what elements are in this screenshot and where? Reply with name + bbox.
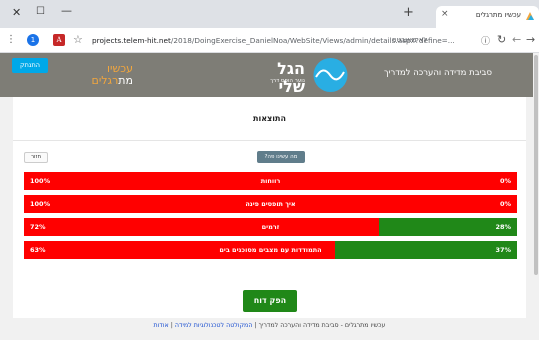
footer-link-about[interactable]: אודות: [154, 322, 169, 329]
topic-label: איך תופסים פינה: [245, 200, 296, 208]
result-row: 100% איך תופסים פינה 0%: [24, 195, 517, 213]
address-bar: ⋮ 1 A ☆ projects.telem-hit.net/2018/Doin…: [0, 28, 539, 53]
brand-logo-text: עכשיו מתרגלים: [73, 63, 133, 87]
more-vert-icon[interactable]: ⋮: [6, 34, 16, 45]
footer: עכשיו מתרגלים - סביבת מדידה והערכה למדרי…: [0, 318, 539, 340]
result-row: 63% התמודדות עם מצבים מסוכנים בים 37%: [24, 241, 517, 259]
success-percent: 0%: [499, 200, 511, 208]
back-arrow-icon[interactable]: ←: [512, 33, 521, 46]
success-percent: 37%: [495, 246, 511, 254]
star-icon[interactable]: ☆: [73, 33, 83, 46]
brand-line-2-white: מת: [118, 74, 133, 87]
browser-tab[interactable]: × עכשיו מתרגלים: [436, 6, 539, 28]
url-host: projects.telem-hit.net: [92, 36, 171, 45]
success-percent: 28%: [495, 223, 511, 231]
topic-label: התמודדות עם מצבים מסוכנים בים: [219, 246, 322, 254]
window-close-icon[interactable]: ✕: [12, 6, 21, 19]
page-scrollbar[interactable]: [533, 53, 539, 340]
window-maximize-icon[interactable]: ☐: [36, 6, 45, 17]
tab-title: עכשיו מתרגלים: [475, 11, 521, 19]
site-favicon-icon: [526, 12, 534, 20]
divider: [13, 140, 526, 141]
not-secure-label[interactable]: לא מאובטח: [392, 36, 427, 44]
brand-line-2-orange: רגלים: [91, 74, 119, 87]
topic-label: זרמים: [261, 223, 280, 231]
results-list: 100% רווחות 0% 100% איך תופסים פינה 0% 7…: [24, 172, 517, 264]
footer-text: עכשיו מתרגלים - סביבת מדידה והערכה למדרי…: [0, 322, 539, 329]
result-row: 100% רווחות 0%: [24, 172, 517, 190]
results-card: התוצאות חזור מה עשינו פה? 100% רווחות 0%…: [13, 97, 526, 318]
back-button[interactable]: חזור: [24, 152, 48, 163]
forward-arrow-icon[interactable]: →: [526, 33, 535, 46]
what-did-we-do-button[interactable]: מה עשינו פה?: [257, 151, 305, 163]
header-title: סביבת מדידה והערכה למדריך: [384, 68, 492, 78]
results-title: התוצאות: [253, 114, 286, 123]
topic-label: רווחות: [260, 177, 281, 185]
profile-avatar[interactable]: 1: [27, 34, 39, 46]
logout-button[interactable]: התנתק: [12, 58, 48, 73]
window-minimize-icon[interactable]: —: [61, 4, 72, 17]
site-header: התנתק עכשיו מתרגלים הגל שלי נוער הופס דר…: [0, 53, 539, 97]
footer-link-faculty[interactable]: המקולטה לטכנולוגיות למידה: [175, 322, 253, 329]
extension-icon[interactable]: A: [53, 34, 65, 46]
info-icon[interactable]: ⓘ: [481, 34, 490, 47]
result-row: 72% זרמים 28%: [24, 218, 517, 236]
success-percent: 0%: [499, 177, 511, 185]
new-tab-button[interactable]: +: [403, 5, 414, 20]
tab-close-icon[interactable]: ×: [441, 9, 449, 19]
logo-subtitle: נוער הופס דרך: [270, 78, 305, 84]
brand-line-2: מתרגלים: [73, 75, 133, 87]
footer-site-name: עכשיו מתרגלים - סביבת מדידה והערכה למדרי…: [258, 322, 386, 329]
browser-tab-bar: ✕ ☐ — + × עכשיו מתרגלים: [0, 0, 539, 28]
reload-icon[interactable]: ↻: [497, 33, 506, 46]
wave-logo-icon: [313, 58, 348, 92]
generate-report-button[interactable]: הפק דוח: [243, 290, 297, 312]
scrollbar-thumb[interactable]: [534, 55, 538, 275]
